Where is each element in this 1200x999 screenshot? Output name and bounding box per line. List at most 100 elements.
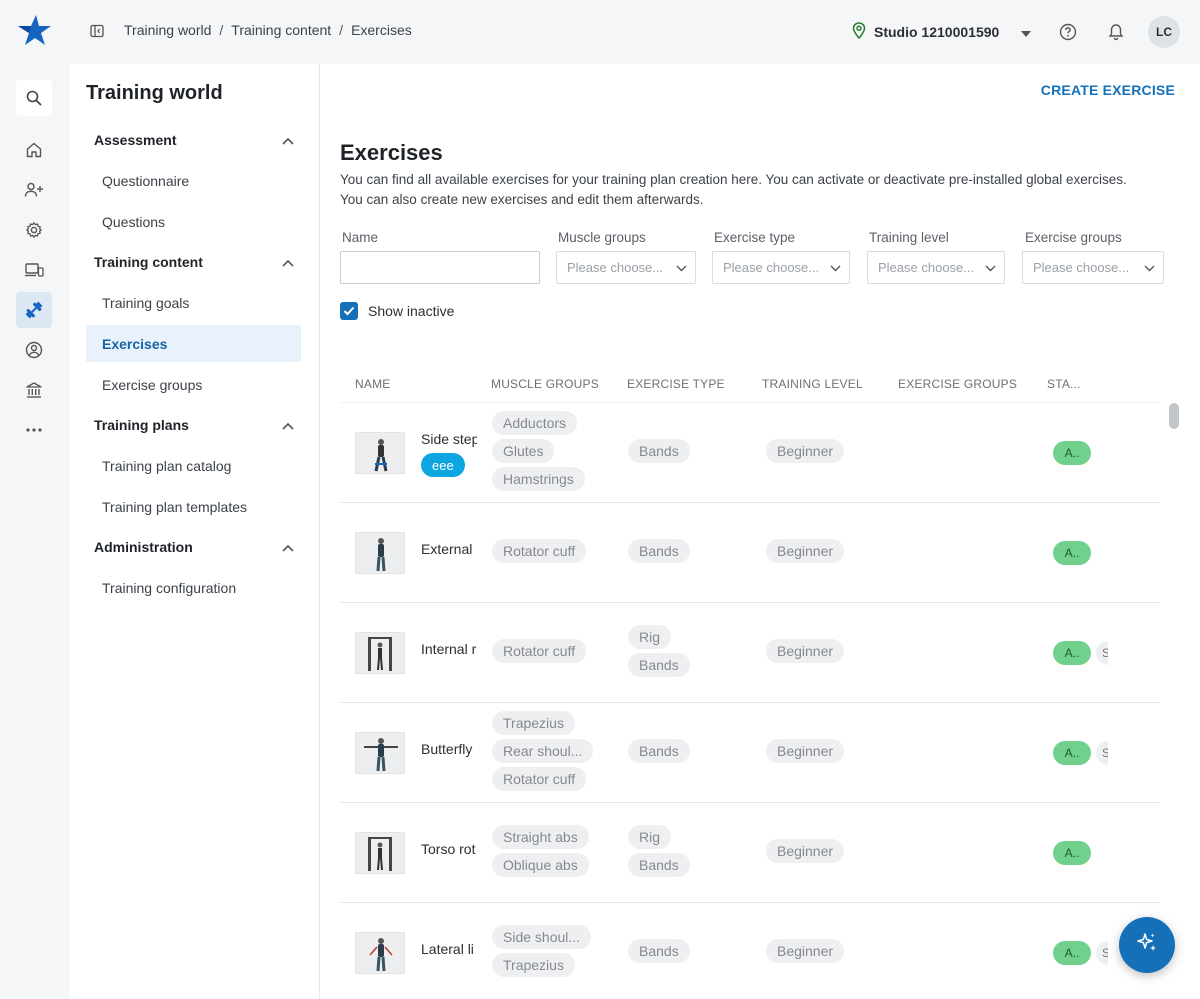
sidebar-section-administration[interactable]: Administration xyxy=(86,529,302,565)
studio-selector[interactable]: Studio 1210001590 xyxy=(852,22,1032,42)
help-icon[interactable] xyxy=(1058,22,1078,42)
sidebar-item-training-plan-templates[interactable]: Training plan templates xyxy=(86,488,301,525)
sidebar-toggle-icon[interactable] xyxy=(88,22,106,40)
studio-name: Studio 1210001590 xyxy=(874,24,1000,40)
sidebar-item-training-plan-catalog[interactable]: Training plan catalog xyxy=(86,447,301,484)
muscle-chip: Hamstrings xyxy=(492,467,585,491)
exercise-name[interactable]: Torso rot xyxy=(421,841,477,857)
breadcrumb-exercises: Exercises xyxy=(351,22,412,38)
sparkle-icon xyxy=(1135,931,1159,960)
sidebar-item-exercises[interactable]: Exercises xyxy=(86,325,301,362)
bank-icon[interactable] xyxy=(16,372,52,408)
type-chip: Bands xyxy=(628,439,690,463)
exercise-thumbnail xyxy=(355,632,405,674)
ai-assistant-button[interactable] xyxy=(1119,917,1175,973)
more-icon[interactable] xyxy=(16,412,52,448)
gear-icon[interactable] xyxy=(16,212,52,248)
add-user-icon[interactable] xyxy=(16,172,52,208)
muscle-chip: Straight abs xyxy=(492,825,589,849)
show-inactive-toggle[interactable]: Show inactive xyxy=(340,302,454,320)
create-exercise-button[interactable]: CREATE EXERCISE xyxy=(1041,82,1175,98)
sidebar-section-training-plans[interactable]: Training plans xyxy=(86,407,302,443)
table-row[interactable]: Lateral li Side shoul... Trapezius Bands… xyxy=(340,903,1160,999)
name-filter-input[interactable] xyxy=(340,251,540,284)
muscle-chip: Trapezius xyxy=(492,953,575,977)
status-badge[interactable]: A.. xyxy=(1053,441,1091,465)
sidebar-section-assessment[interactable]: Assessment xyxy=(86,122,302,158)
muscle-chip: Adductors xyxy=(492,411,578,435)
page-description: You can find all available exercises for… xyxy=(340,172,1127,207)
column-header-name[interactable]: NAME xyxy=(355,377,390,391)
column-header-exercise-groups[interactable]: EXERCISE GROUPS xyxy=(898,377,1017,391)
breadcrumb-separator: / xyxy=(219,22,224,38)
status-badge[interactable]: A.. xyxy=(1053,641,1091,665)
avatar[interactable]: LC xyxy=(1148,16,1180,48)
exercise-name[interactable]: External xyxy=(421,541,477,557)
section-label: Administration xyxy=(94,539,193,555)
exercise-thumbnail xyxy=(355,432,405,474)
checkbox-checked-icon[interactable] xyxy=(340,302,358,320)
select-placeholder: Please choose... xyxy=(878,260,975,275)
exercise-groups-select[interactable]: Please choose... xyxy=(1022,251,1164,284)
table-scrollbar[interactable] xyxy=(1169,403,1179,429)
home-icon[interactable] xyxy=(16,132,52,168)
user-circle-icon[interactable] xyxy=(16,332,52,368)
exercise-name[interactable]: Butterfly xyxy=(421,741,477,757)
column-header-status[interactable]: STA... xyxy=(1047,377,1081,391)
exercise-name[interactable]: Lateral li xyxy=(421,941,477,957)
muscle-chip: Trapezius xyxy=(492,711,575,735)
select-placeholder: Please choose... xyxy=(1033,260,1130,275)
muscle-groups-filter-label: Muscle groups xyxy=(558,230,646,245)
devices-icon[interactable] xyxy=(16,252,52,288)
exercise-groups-filter-label: Exercise groups xyxy=(1025,230,1122,245)
level-chip: Beginner xyxy=(766,839,845,863)
sidebar-item-questionnaire[interactable]: Questionnaire xyxy=(86,162,301,199)
status-badge[interactable]: A.. xyxy=(1053,541,1091,565)
exercise-tag: eee xyxy=(421,453,465,477)
level-chip: Beginner xyxy=(766,939,845,963)
dumbbell-icon[interactable] xyxy=(16,292,52,328)
sidebar-section-training-content[interactable]: Training content xyxy=(86,244,302,280)
column-header-exercise-type[interactable]: EXERCISE TYPE xyxy=(627,377,725,391)
select-placeholder: Please choose... xyxy=(723,260,820,275)
status-badge[interactable]: A.. xyxy=(1053,841,1091,865)
exercise-type-filter-label: Exercise type xyxy=(714,230,796,245)
select-placeholder: Please choose... xyxy=(567,260,664,275)
column-header-muscle-groups[interactable]: MUSCLE GROUPS xyxy=(491,377,599,391)
search-icon[interactable] xyxy=(16,80,52,116)
breadcrumb: Training world / Training content / Exer… xyxy=(124,22,412,38)
sidebar-item-questions[interactable]: Questions xyxy=(86,203,301,240)
table-row[interactable]: Internal r Rotator cuff Rig Bands Beginn… xyxy=(340,603,1160,703)
muscle-chip: Glutes xyxy=(492,439,555,463)
table-row[interactable]: Torso rot Straight abs Oblique abs Rig B… xyxy=(340,803,1160,903)
level-chip: Beginner xyxy=(766,739,845,763)
table-row[interactable]: Butterfly Trapezius Rear shoul... Rotato… xyxy=(340,703,1160,803)
logo-star-icon[interactable] xyxy=(14,12,54,52)
status-badge[interactable]: A.. xyxy=(1053,941,1091,965)
exercise-type-select[interactable]: Please choose... xyxy=(712,251,850,284)
exercise-thumbnail xyxy=(355,832,405,874)
muscle-chip: Rotator cuff xyxy=(492,539,587,563)
sidebar-item-training-configuration[interactable]: Training configuration xyxy=(86,569,301,606)
muscle-chip: Side shoul... xyxy=(492,925,592,949)
table-row[interactable]: External Rotator cuff Bands Beginner A.. xyxy=(340,503,1160,603)
breadcrumb-training-world[interactable]: Training world xyxy=(124,22,211,38)
sidebar-item-training-goals[interactable]: Training goals xyxy=(86,284,301,321)
name-filter-label: Name xyxy=(342,230,379,245)
table-row[interactable]: Side step eee Adductors Glutes Hamstring… xyxy=(340,403,1160,503)
level-chip: Beginner xyxy=(766,639,845,663)
exercise-name[interactable]: Internal r xyxy=(421,641,477,657)
column-header-training-level[interactable]: TRAINING LEVEL xyxy=(762,377,863,391)
chevron-down-icon xyxy=(985,260,996,275)
exercise-thumbnail xyxy=(355,532,405,574)
breadcrumb-training-content[interactable]: Training content xyxy=(231,22,331,38)
muscle-groups-select[interactable]: Please choose... xyxy=(556,251,696,284)
chevron-down-icon xyxy=(1144,260,1155,275)
chevron-up-icon xyxy=(282,254,294,270)
sidebar-item-exercise-groups[interactable]: Exercise groups xyxy=(86,366,301,403)
chevron-up-icon xyxy=(282,539,294,555)
exercise-name[interactable]: Side step xyxy=(421,431,477,447)
bell-icon[interactable] xyxy=(1106,22,1126,42)
training-level-select[interactable]: Please choose... xyxy=(867,251,1005,284)
status-badge[interactable]: A.. xyxy=(1053,741,1091,765)
